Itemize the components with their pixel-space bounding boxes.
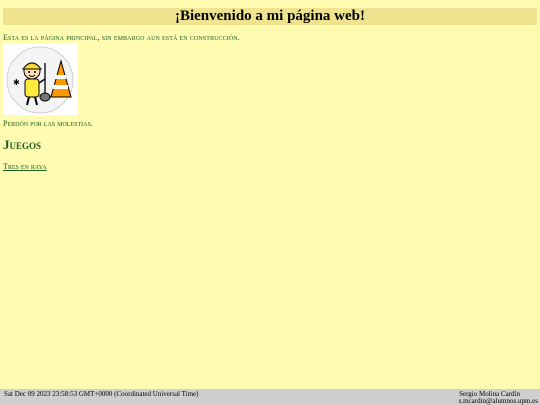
footer-datetime: Sat Dec 09 2023 23:58:53 GMT+0000 (Coord… (4, 390, 199, 398)
footer: Sat Dec 09 2023 23:58:53 GMT+0000 (Coord… (0, 389, 540, 405)
tres-en-raya-link[interactable]: Tres en raya (3, 162, 47, 171)
apology-text: Perdón por las molestias. (3, 119, 93, 128)
games-heading: Juegos (3, 137, 42, 152)
page-title: ¡Bienvenido a mi página web! (3, 8, 537, 25)
footer-email: s.mcardin@alumnos.upm.es (458, 397, 538, 405)
intro-text: Esta es la página principal, sin embargo… (3, 33, 240, 42)
svg-text:✱: ✱ (13, 78, 20, 87)
under-construction-icon: ✱ (3, 43, 78, 115)
